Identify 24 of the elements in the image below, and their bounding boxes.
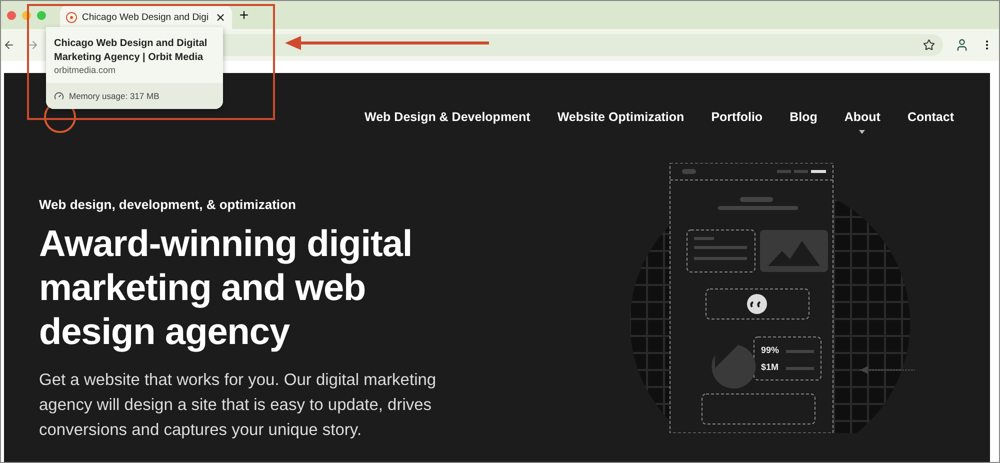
- stat-label: $1M: [761, 362, 779, 372]
- stat-label: 99%: [761, 345, 780, 355]
- nav-link[interactable]: Website Optimization: [557, 110, 684, 124]
- bookmark-star-icon[interactable]: [923, 39, 935, 51]
- nav-link[interactable]: Web Design & Development: [364, 110, 530, 124]
- profile-icon[interactable]: [955, 38, 969, 52]
- hero-description: Get a website that works for you. Our digital marketing agency will design a site that is easy to update, drives conversions and captures your unique story.: [39, 370, 438, 441]
- new-tab-icon[interactable]: [238, 9, 250, 21]
- memory-usage: Memory usage: 317 MB: [69, 91, 160, 101]
- gauge-icon: [54, 91, 64, 101]
- hero-eyebrow: Web design, development, & optimization: [39, 197, 297, 212]
- nav-link[interactable]: Blog: [790, 110, 818, 124]
- page-domain: orbitmedia.com: [54, 65, 117, 75]
- close-tab-icon[interactable]: [215, 12, 226, 22]
- page-title: Chicago Web Design and Digital Marketing Agency | Orbit Media: [54, 37, 208, 65]
- nav-link[interactable]: Portfolio: [711, 110, 763, 124]
- favicon-icon: [66, 12, 77, 22]
- nav-link[interactable]: Contact: [907, 110, 954, 124]
- back-icon[interactable]: [3, 39, 15, 51]
- nav-link[interactable]: About: [844, 110, 880, 124]
- close-window-button[interactable]: [7, 10, 16, 20]
- hero-headline: Award-winning digital marketing and web design agency: [39, 222, 414, 354]
- forward-icon[interactable]: [27, 39, 39, 51]
- quote-icon: [750, 301, 761, 308]
